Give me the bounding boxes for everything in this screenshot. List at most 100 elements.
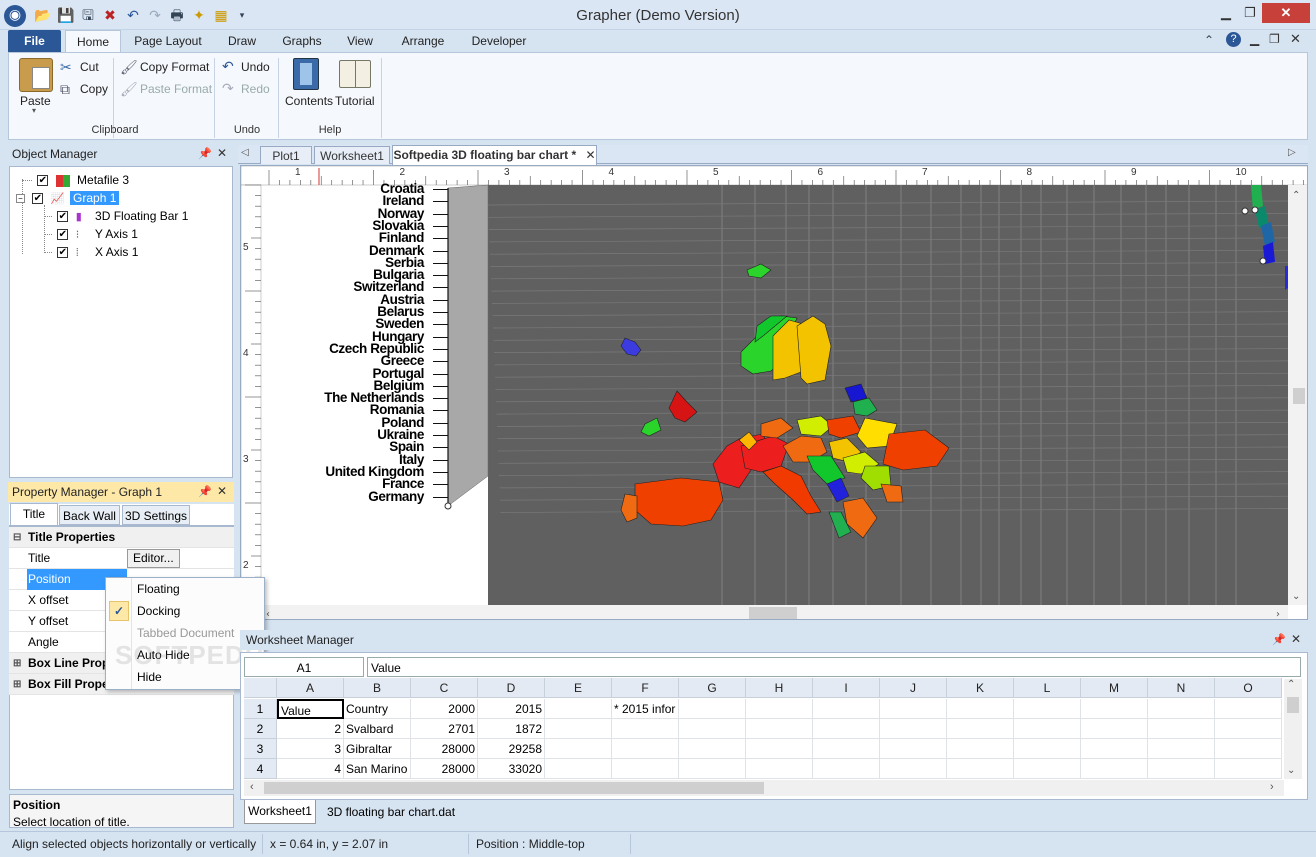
table-cell[interactable]: [1148, 699, 1215, 719]
table-cell[interactable]: [612, 739, 679, 759]
table-cell[interactable]: Svalbard: [344, 719, 411, 739]
close-button[interactable]: ✕: [1262, 3, 1310, 23]
table-cell[interactable]: [1081, 759, 1148, 779]
table-cell[interactable]: [880, 699, 947, 719]
table-cell[interactable]: [679, 699, 746, 719]
title-properties-group[interactable]: ⊟ Title Properties: [9, 527, 234, 548]
table-cell[interactable]: [947, 759, 1014, 779]
menu-item-docking[interactable]: Docking: [137, 601, 180, 621]
table-cell[interactable]: [947, 739, 1014, 759]
tree-item-metafile[interactable]: ✔ Metafile 3: [22, 171, 129, 189]
contents-button[interactable]: Contents: [285, 94, 333, 108]
doc-minimize-icon[interactable]: ▁: [1250, 32, 1259, 46]
table-cell[interactable]: 3: [277, 739, 344, 759]
column-header[interactable]: D: [478, 678, 545, 698]
cut-button[interactable]: Cut: [80, 60, 99, 74]
contents-icon[interactable]: [293, 58, 319, 90]
table-cell[interactable]: [947, 719, 1014, 739]
table-cell[interactable]: [1215, 739, 1282, 759]
table-cell[interactable]: [813, 719, 880, 739]
minimize-button[interactable]: ▁: [1216, 3, 1236, 23]
table-cell[interactable]: [1014, 759, 1081, 779]
table-cell[interactable]: 28000: [411, 739, 478, 759]
table-cell[interactable]: [545, 699, 612, 719]
table-cell[interactable]: 28000: [411, 759, 478, 779]
tab-graphs[interactable]: Graphs: [276, 30, 328, 52]
tab-back-wall[interactable]: Back Wall: [59, 505, 120, 525]
tree-item-x-axis[interactable]: ✔ ⁞ X Axis 1: [44, 243, 138, 261]
tree-item-y-axis[interactable]: ✔ ⁝ Y Axis 1: [44, 225, 138, 243]
table-cell[interactable]: [746, 759, 813, 779]
checkbox-icon[interactable]: ✔: [37, 175, 49, 187]
doc-tab-plot1[interactable]: Plot1: [260, 146, 312, 164]
undo-button[interactable]: Undo: [241, 60, 270, 74]
table-cell[interactable]: [545, 759, 612, 779]
copy-format-button[interactable]: Copy Format: [140, 60, 209, 74]
table-cell[interactable]: [813, 739, 880, 759]
tab-scroll-left-icon[interactable]: ◁: [241, 147, 249, 158]
copy-icon[interactable]: ⧉: [60, 81, 70, 98]
tab-page-layout[interactable]: Page Layout: [130, 30, 206, 52]
tab-3d-settings[interactable]: 3D Settings: [122, 505, 190, 525]
tab-view[interactable]: View: [340, 30, 380, 52]
sheet-tab-dat-file[interactable]: 3D floating bar chart.dat: [320, 800, 462, 824]
table-cell[interactable]: [679, 739, 746, 759]
tutorial-button[interactable]: Tutorial: [335, 94, 375, 108]
table-cell[interactable]: 33020: [478, 759, 545, 779]
tab-home[interactable]: Home: [65, 30, 121, 52]
table-cell[interactable]: [1081, 699, 1148, 719]
table-cell[interactable]: [679, 759, 746, 779]
object-manager-close-icon[interactable]: ✕: [217, 146, 227, 160]
table-cell[interactable]: Country: [344, 699, 411, 719]
column-header[interactable]: I: [813, 678, 880, 698]
column-header[interactable]: J: [880, 678, 947, 698]
table-cell[interactable]: [746, 719, 813, 739]
undo-ribbon-icon[interactable]: ↶: [222, 58, 234, 75]
table-cell[interactable]: * 2015 infor: [612, 699, 679, 719]
property-manager-close-icon[interactable]: ✕: [217, 484, 227, 498]
table-cell[interactable]: [1215, 719, 1282, 739]
table-cell[interactable]: [1215, 699, 1282, 719]
maximize-button[interactable]: ❐: [1240, 3, 1260, 23]
row-header[interactable]: 1: [244, 699, 277, 719]
cut-icon[interactable]: ✂: [60, 59, 72, 76]
table-cell[interactable]: [813, 759, 880, 779]
column-header[interactable]: F: [612, 678, 679, 698]
tab-file[interactable]: File: [8, 30, 61, 52]
doc-tab-active[interactable]: Softpedia 3D floating bar chart * ✕: [392, 145, 597, 165]
tab-draw[interactable]: Draw: [220, 30, 264, 52]
paste-icon[interactable]: [19, 58, 53, 92]
column-header[interactable]: A: [277, 678, 344, 698]
expand-icon[interactable]: ⊞: [13, 653, 21, 674]
table-cell[interactable]: [679, 719, 746, 739]
column-header[interactable]: G: [679, 678, 746, 698]
table-cell[interactable]: [880, 719, 947, 739]
table-cell[interactable]: [746, 739, 813, 759]
doc-tab-worksheet1[interactable]: Worksheet1: [314, 146, 390, 164]
checkbox-icon[interactable]: ✔: [57, 211, 69, 223]
cell-reference-box[interactable]: A1: [244, 657, 364, 677]
select-all-corner[interactable]: [244, 678, 277, 698]
collapse-ribbon-icon[interactable]: ⌃: [1204, 33, 1214, 47]
table-cell[interactable]: [880, 759, 947, 779]
property-row-title[interactable]: Title Editor...: [9, 548, 234, 569]
help-icon[interactable]: ?: [1226, 32, 1241, 47]
table-cell[interactable]: [612, 719, 679, 739]
doc-restore-icon[interactable]: ❐: [1269, 32, 1280, 46]
table-cell[interactable]: [1148, 719, 1215, 739]
expand-icon[interactable]: ⊞: [13, 674, 21, 695]
tab-arrange[interactable]: Arrange: [395, 30, 451, 52]
tutorial-icon[interactable]: [339, 60, 371, 88]
table-cell[interactable]: [1014, 739, 1081, 759]
table-cell[interactable]: San Marino: [344, 759, 411, 779]
tab-developer[interactable]: Developer: [466, 30, 532, 52]
worksheet-manager-close-icon[interactable]: ✕: [1291, 632, 1301, 646]
row-header[interactable]: 4: [244, 759, 277, 779]
doc-tab-close-icon[interactable]: ✕: [585, 148, 595, 162]
menu-item-floating[interactable]: Floating: [137, 579, 180, 599]
table-cell[interactable]: [813, 699, 880, 719]
table-cell[interactable]: 2015: [478, 699, 545, 719]
table-cell[interactable]: 2: [277, 719, 344, 739]
pin-icon[interactable]: 📌: [198, 147, 212, 160]
table-cell[interactable]: 29258: [478, 739, 545, 759]
